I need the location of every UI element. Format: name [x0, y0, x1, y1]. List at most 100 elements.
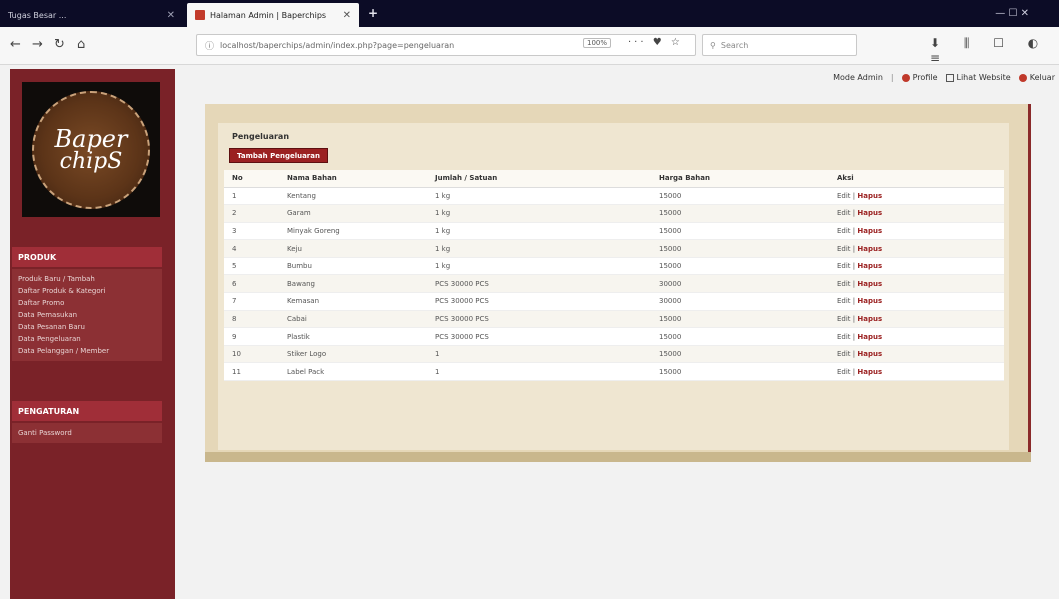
sidebar-menu-pengaturan: Ganti Password: [12, 423, 162, 443]
url-actions[interactable]: ··· ♥ ☆: [628, 37, 683, 48]
sidebar-item[interactable]: Daftar Promo: [12, 297, 162, 309]
delete-link[interactable]: Hapus: [857, 227, 882, 235]
table-row: 4 Keju 1 kg 15000 Edit | Hapus: [224, 239, 1004, 258]
delete-link[interactable]: Hapus: [857, 262, 882, 270]
table-cell-nama: Label Pack: [279, 362, 427, 382]
toolbar-icons[interactable]: ⬇ ⫼ ☐ ◐ ≡: [930, 36, 1059, 65]
table-cell-harga: 15000: [651, 222, 829, 241]
table-cell-jumlah: 1 kg: [427, 239, 651, 258]
reload-icon[interactable]: ↻: [54, 37, 65, 52]
table-cell-nama: Garam: [279, 204, 427, 223]
delete-link[interactable]: Hapus: [857, 209, 882, 217]
logout-label: Keluar: [1029, 73, 1055, 82]
delete-link[interactable]: Hapus: [857, 192, 882, 200]
edit-link[interactable]: Edit: [837, 333, 851, 341]
new-tab-button[interactable]: +: [368, 6, 378, 20]
url-bar[interactable]: ⓘ localhost/baperchips/admin/index.php?p…: [196, 34, 696, 56]
table-header-row: No Nama Bahan Jumlah / Satuan Harga Baha…: [224, 170, 1004, 188]
table-row: 11 Label Pack 1 15000 Edit | Hapus: [224, 362, 1004, 382]
search-icon: ⚲: [710, 40, 716, 50]
edit-link[interactable]: Edit: [837, 245, 851, 253]
view-site-label: Lihat Website: [956, 73, 1011, 82]
edit-link[interactable]: Edit: [837, 192, 851, 200]
sidebar-item[interactable]: Daftar Produk & Kategori: [12, 285, 162, 297]
home-icon[interactable]: ⌂: [77, 37, 85, 52]
delete-link[interactable]: Hapus: [857, 350, 882, 358]
table-cell-actions: Edit | Hapus: [829, 292, 1004, 311]
search-input[interactable]: ⚲ Search: [702, 34, 857, 56]
sidebar-item[interactable]: Ganti Password: [12, 427, 162, 439]
table-cell-actions: Edit | Hapus: [829, 239, 1004, 258]
table-cell-no: 1: [224, 187, 279, 206]
tab-active[interactable]: Halaman Admin | Baperchips ✕: [187, 3, 359, 27]
table-cell-no: 11: [224, 362, 279, 382]
sidebar-item[interactable]: Data Pelanggan / Member: [12, 345, 162, 357]
edit-link[interactable]: Edit: [837, 297, 851, 305]
table-cell-jumlah: 1: [427, 345, 651, 364]
profile-link[interactable]: Profile: [901, 73, 938, 82]
table-cell-harga: 15000: [651, 327, 829, 346]
table-cell-nama: Bumbu: [279, 257, 427, 276]
edit-link[interactable]: Edit: [837, 227, 851, 235]
delete-link[interactable]: Hapus: [857, 280, 882, 288]
table-cell-no: 10: [224, 345, 279, 364]
table-cell-actions: Edit | Hapus: [829, 222, 1004, 241]
table-cell-harga: 15000: [651, 187, 829, 206]
info-icon[interactable]: ⓘ: [205, 39, 214, 52]
back-icon[interactable]: ←: [10, 37, 21, 52]
tab-label: Halaman Admin | Baperchips: [210, 10, 327, 20]
page-title: Pengeluaran: [232, 132, 290, 141]
admin-mode-label[interactable]: Mode Admin: [833, 73, 883, 82]
table-row: 6 Bawang PCS 30000 PCS 30000 Edit | Hapus: [224, 274, 1004, 294]
website-icon: [945, 73, 954, 82]
logo[interactable]: Baper chipS: [22, 82, 160, 217]
delete-link[interactable]: Hapus: [857, 315, 882, 323]
forward-icon[interactable]: →: [32, 37, 43, 52]
nav-bar: ← → ↻ ⌂ ⓘ localhost/baperchips/admin/ind…: [0, 27, 1059, 65]
window-controls[interactable]: — ☐ ✕: [995, 8, 1029, 19]
sidebar-menu-produk: Produk Baru / Tambah Daftar Produk & Kat…: [12, 269, 162, 361]
sidebar-item[interactable]: Data Pengeluaran: [12, 333, 162, 345]
table-row: 5 Bumbu 1 kg 15000 Edit | Hapus: [224, 257, 1004, 276]
logout-icon: [1018, 73, 1027, 82]
favicon-icon: [195, 10, 205, 20]
add-expense-button[interactable]: Tambah Pengeluaran: [229, 148, 328, 163]
tab-bar: Tugas Besar ... ✕ Halaman Admin | Baperc…: [0, 0, 1059, 27]
table-cell-nama: Bawang: [279, 274, 427, 294]
tab-close-icon[interactable]: ✕: [343, 10, 351, 21]
edit-link[interactable]: Edit: [837, 315, 851, 323]
edit-link[interactable]: Edit: [837, 262, 851, 270]
logout-link[interactable]: Keluar: [1018, 73, 1055, 82]
edit-link[interactable]: Edit: [837, 209, 851, 217]
table-cell-jumlah: 1 kg: [427, 204, 651, 223]
sidebar-item[interactable]: Produk Baru / Tambah: [12, 273, 162, 285]
table-cell-no: 7: [224, 292, 279, 311]
table-cell-no: 8: [224, 310, 279, 329]
table-cell-jumlah: PCS 30000 PCS: [427, 327, 651, 346]
delete-link[interactable]: Hapus: [857, 333, 882, 341]
edit-link[interactable]: Edit: [837, 350, 851, 358]
column-header: Nama Bahan: [279, 170, 427, 188]
view-site-link[interactable]: Lihat Website: [945, 73, 1011, 82]
tab-close-icon[interactable]: ✕: [167, 10, 175, 21]
edit-link[interactable]: Edit: [837, 280, 851, 288]
delete-link[interactable]: Hapus: [857, 245, 882, 253]
delete-link[interactable]: Hapus: [857, 297, 882, 305]
column-header: No: [224, 170, 279, 188]
sidebar: Baper chipS PRODUK Produk Baru / Tambah …: [10, 69, 175, 599]
sidebar-item[interactable]: Data Pemasukan: [12, 309, 162, 321]
delete-link[interactable]: Hapus: [857, 368, 882, 376]
url-text: localhost/baperchips/admin/index.php?pag…: [220, 40, 455, 50]
table-row: 8 Cabai PCS 30000 PCS 15000 Edit | Hapus: [224, 310, 1004, 329]
table-cell-harga: 15000: [651, 257, 829, 276]
table-cell-actions: Edit | Hapus: [829, 204, 1004, 223]
zoom-indicator[interactable]: 100%: [583, 38, 612, 48]
table-cell-no: 9: [224, 327, 279, 346]
table-cell-nama: Keju: [279, 239, 427, 258]
column-header: Harga Bahan: [651, 170, 829, 188]
edit-link[interactable]: Edit: [837, 368, 851, 376]
table-cell-nama: Kemasan: [279, 292, 427, 311]
table-cell-nama: Kentang: [279, 187, 427, 206]
sidebar-item[interactable]: Data Pesanan Baru: [12, 321, 162, 333]
tab-inactive[interactable]: Tugas Besar ... ✕: [0, 3, 183, 27]
